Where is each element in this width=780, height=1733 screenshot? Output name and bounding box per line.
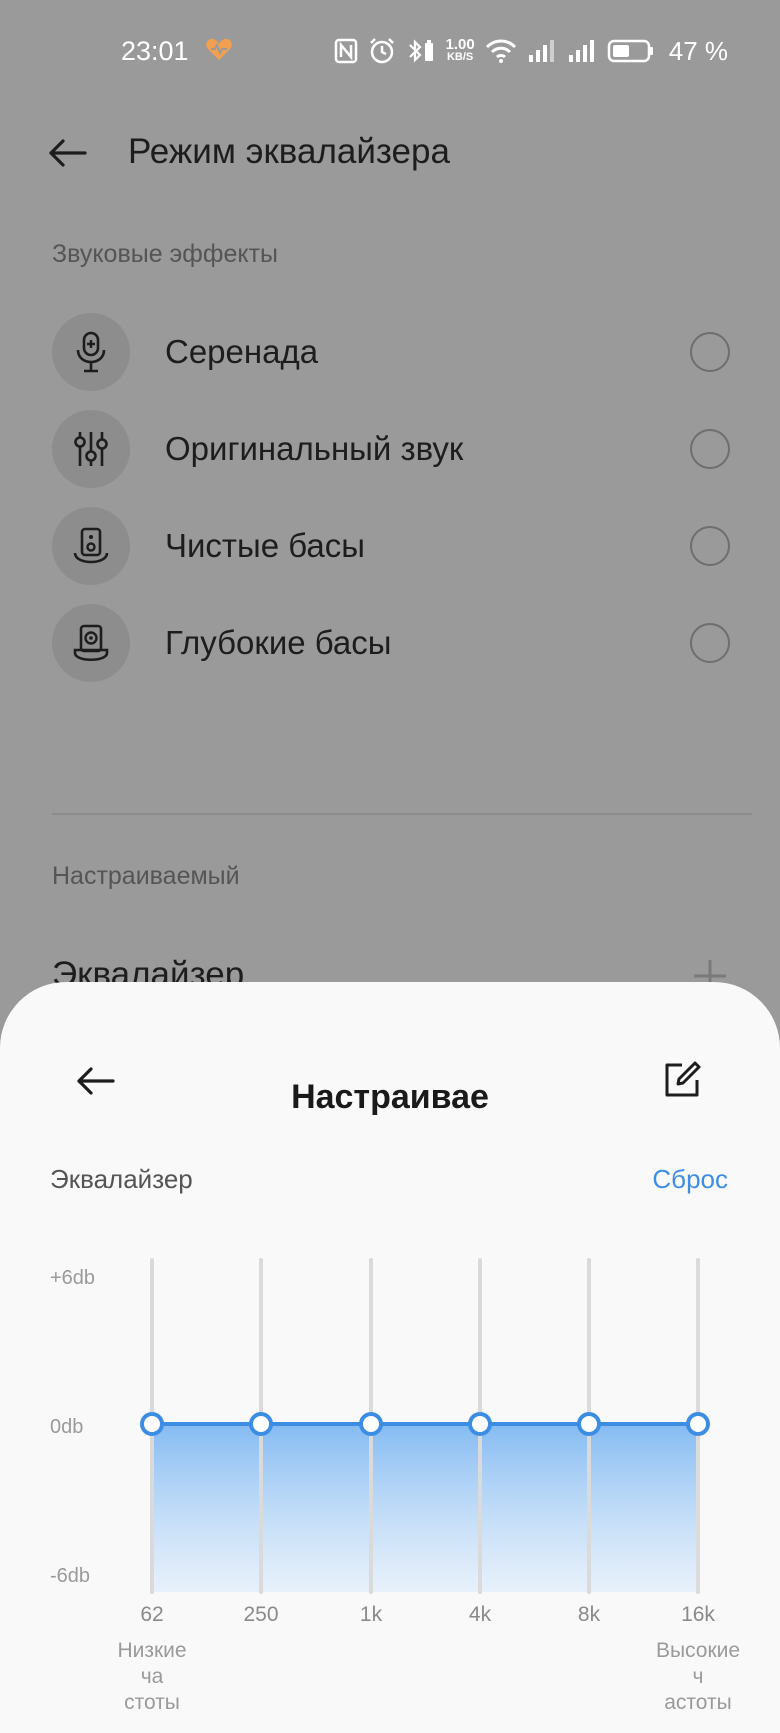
bluetooth-battery-icon [408, 39, 433, 63]
effect-label: Серенада [165, 333, 319, 370]
radio-button[interactable] [690, 526, 730, 566]
page-title: Режим эквалайзера [128, 132, 450, 171]
app-bar: Режим эквалайзера [0, 110, 780, 196]
status-bar: 23:01 1.00 KB/S 47 % [0, 0, 780, 100]
section-header-sound-effects: Звуковые эффекты [52, 240, 278, 268]
nfc-icon [334, 38, 357, 64]
wifi-icon [485, 39, 516, 63]
x-tick-label: 16k [681, 1603, 715, 1626]
status-time: 23:01 [121, 36, 189, 66]
effect-item-clean-bass[interactable]: Чистые басы [0, 497, 780, 594]
x-tick-label: 1k [360, 1603, 383, 1626]
network-speed-value: 1.00 [445, 36, 475, 53]
reset-button[interactable]: Сброс [652, 1164, 728, 1195]
status-icons: 1.00 KB/S 47 % [334, 34, 728, 68]
radio-button[interactable] [690, 623, 730, 663]
battery-icon [607, 39, 653, 63]
equalizer-heading: Эквалайзер [50, 1164, 193, 1194]
eq-band-handle[interactable] [468, 1412, 492, 1436]
effect-icon-bg [52, 410, 130, 488]
battery-percent: 47 % [668, 35, 728, 66]
heart-icon [206, 38, 232, 60]
effect-icon-bg [52, 604, 130, 682]
signal-icon-sim2 [568, 40, 594, 62]
y-tick-label: 0db [50, 1416, 83, 1438]
radio-button[interactable] [690, 332, 730, 372]
effect-icon-bg [52, 507, 130, 585]
edit-icon [665, 1061, 701, 1097]
effect-label: Глубокие басы [165, 624, 392, 661]
eq-band-handle[interactable] [359, 1412, 383, 1436]
eq-band-handle[interactable] [577, 1412, 601, 1436]
x-tick-label: 8k [578, 1603, 601, 1626]
eq-band-handle[interactable] [140, 1412, 164, 1436]
high-frequency-label: ч [693, 1665, 704, 1688]
high-frequency-label: Высокие [656, 1639, 740, 1662]
x-tick-label: 62 [140, 1603, 163, 1626]
subwoofer-icon [73, 624, 109, 662]
effect-item-serenade[interactable]: Серенада [0, 303, 780, 400]
equalizer-chart: +6db0db-6db 62 250 1k 4k 8k 16kНизкиечастотыВ… [50, 1258, 740, 1714]
low-frequency-label: Низкие [117, 1639, 186, 1662]
eq-band-handle[interactable] [686, 1412, 710, 1436]
x-tick-label: 4k [469, 1603, 492, 1626]
effect-icon-bg [52, 313, 130, 391]
y-tick-label: -6db [50, 1565, 90, 1587]
effect-label: Чистые басы [165, 527, 365, 564]
x-tick-label: 250 [243, 1603, 278, 1626]
effect-label: Оригинальный звук [165, 430, 464, 467]
sliders-icon [74, 432, 108, 466]
edit-button[interactable] [656, 1054, 708, 1106]
low-frequency-label: ча [141, 1665, 164, 1688]
network-speed: 1.00 KB/S [445, 36, 475, 64]
alarm-icon [369, 38, 394, 64]
back-button[interactable] [38, 124, 96, 182]
divider [52, 813, 752, 815]
speaker-icon [73, 527, 109, 564]
effect-item-original-sound[interactable]: Оригинальный звук [0, 400, 780, 497]
effect-item-deep-bass[interactable]: Глубокие басы [0, 594, 780, 691]
radio-button[interactable] [690, 429, 730, 469]
signal-icon-sim1 [528, 40, 554, 62]
network-speed-unit: KB/S [446, 51, 474, 63]
microphone-icon [76, 331, 106, 373]
arrow-left-icon [49, 139, 87, 167]
low-frequency-label: стоты [124, 1691, 180, 1714]
section-header-custom: Настраиваемый [52, 862, 240, 890]
y-tick-label: +6db [50, 1267, 95, 1289]
eq-band-handle[interactable] [249, 1412, 273, 1436]
high-frequency-label: астоты [664, 1691, 732, 1714]
eq-area-fill [152, 1424, 698, 1592]
